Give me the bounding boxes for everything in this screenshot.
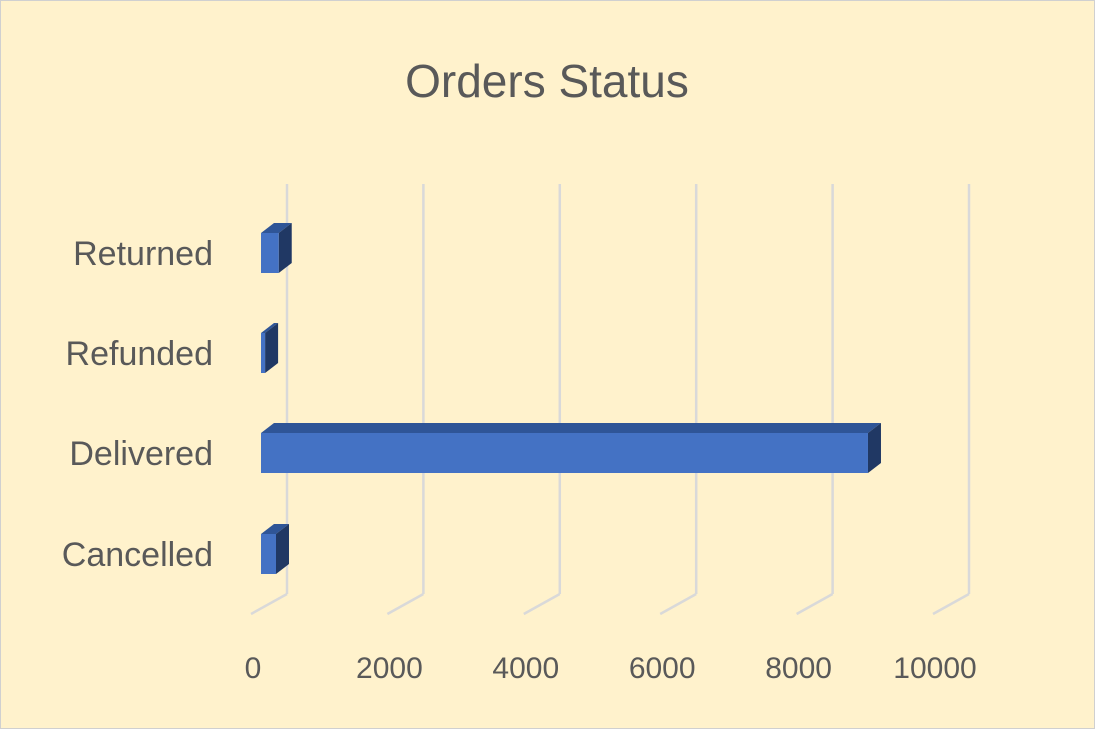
x-tick-label: 4000 — [492, 652, 559, 685]
bar-returned — [261, 223, 292, 273]
x-tick-label: 6000 — [629, 652, 696, 685]
gridlines — [250, 184, 971, 616]
category-labels: Cancelled Delivered Refunded Returned — [62, 235, 213, 574]
bar-delivered — [261, 423, 881, 473]
x-tick-label: 10000 — [893, 652, 976, 685]
x-tick-label: 2000 — [356, 652, 423, 685]
gridline-floor — [250, 592, 288, 616]
bar-front-face — [261, 433, 868, 473]
category-label: Refunded — [66, 335, 213, 373]
gridline-floor — [795, 592, 834, 616]
x-tick-label: 0 — [245, 652, 262, 685]
category-label: Delivered — [69, 435, 213, 473]
gridline-floor — [523, 592, 561, 616]
chart-area: Orders Status Cancelled Delivered Refunded… — [0, 0, 1095, 729]
bars — [261, 223, 881, 574]
chart-title: Orders Status — [405, 55, 689, 107]
bar-chart: Orders Status Cancelled Delivered Refunded… — [62, 55, 977, 685]
category-label: Cancelled — [62, 536, 213, 574]
bar-cancelled — [261, 524, 290, 574]
category-label: Returned — [73, 235, 213, 273]
bar-refunded — [261, 323, 279, 373]
x-tick-labels: 0 2000 4000 6000 8000 10000 — [245, 652, 977, 685]
gridline-floor — [659, 592, 697, 616]
bar-front-face — [261, 333, 266, 373]
bar-front-face — [261, 233, 279, 273]
gridline-floor — [386, 592, 425, 616]
gridline-floor — [932, 592, 970, 616]
x-tick-label: 8000 — [765, 652, 832, 685]
bar-front-face — [261, 534, 277, 574]
bar-top-face — [261, 423, 881, 433]
